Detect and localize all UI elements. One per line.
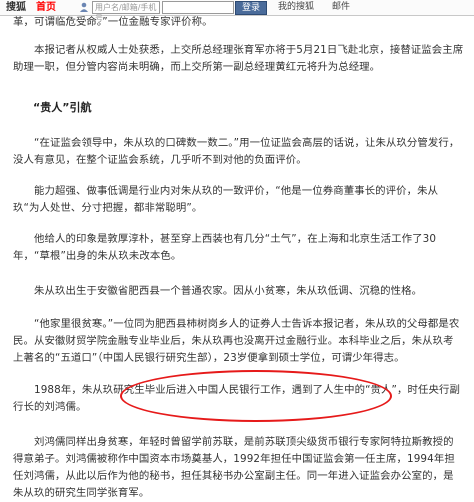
- red-highlight-circle: [120, 370, 392, 422]
- mail-link[interactable]: 邮件: [332, 1, 350, 14]
- article-paragraph: 能力超强、做事低调是行业内对朱从玖的一致评价，“他是一位券商董事长的评价，朱从玖…: [13, 185, 439, 214]
- sohu-logo[interactable]: 搜狐: [6, 1, 26, 14]
- top-toolbar: 搜狐 首页 用户名/邮箱/手机号 登录 我的搜狐 邮件: [0, 0, 474, 23]
- user-icon: [80, 2, 88, 12]
- article-paragraph: 他给人的印象是敦厚淳朴，甚至穿上西装也有几分“土气”，在上海和北京生活工作了30…: [13, 233, 437, 262]
- article-paragraph: 本报记者从权威人士处获悉，上交所总经理张育军亦将于5月21日飞赴北京，接替证监会…: [13, 44, 464, 73]
- article-paragraph: “在证监会领导中，朱从玖的口碑数一数二。”用一位证监会高层的话说，让朱从玖分管发…: [13, 137, 460, 166]
- article-paragraph: 刘鸿儒同样出身贫寒，年轻时曾留学前苏联，是前苏联顶尖级货币银行专家阿特拉斯教授的…: [13, 436, 455, 499]
- section-heading: “贵人”引航: [33, 101, 92, 114]
- article-paragraph: 革，可谓临危受命。”一位金融专家评价称。: [13, 16, 213, 28]
- login-button[interactable]: 登录: [235, 1, 267, 15]
- my-sohu-link[interactable]: 我的搜狐: [278, 1, 314, 14]
- article-paragraph: 朱从玖出生于安徽省肥西县一个普通农家。因从小贫寒，朱从玖低调、沉稳的性格。: [34, 285, 423, 297]
- article-paragraph: “他家里很贫寒。”一位同为肥西县柿树岗乡人的证券人士告诉本报记者，朱从玖的父母都…: [13, 318, 460, 364]
- username-input[interactable]: 用户名/邮箱/手机号: [92, 1, 160, 23]
- home-link[interactable]: 首页: [36, 1, 56, 14]
- password-input[interactable]: [162, 1, 234, 14]
